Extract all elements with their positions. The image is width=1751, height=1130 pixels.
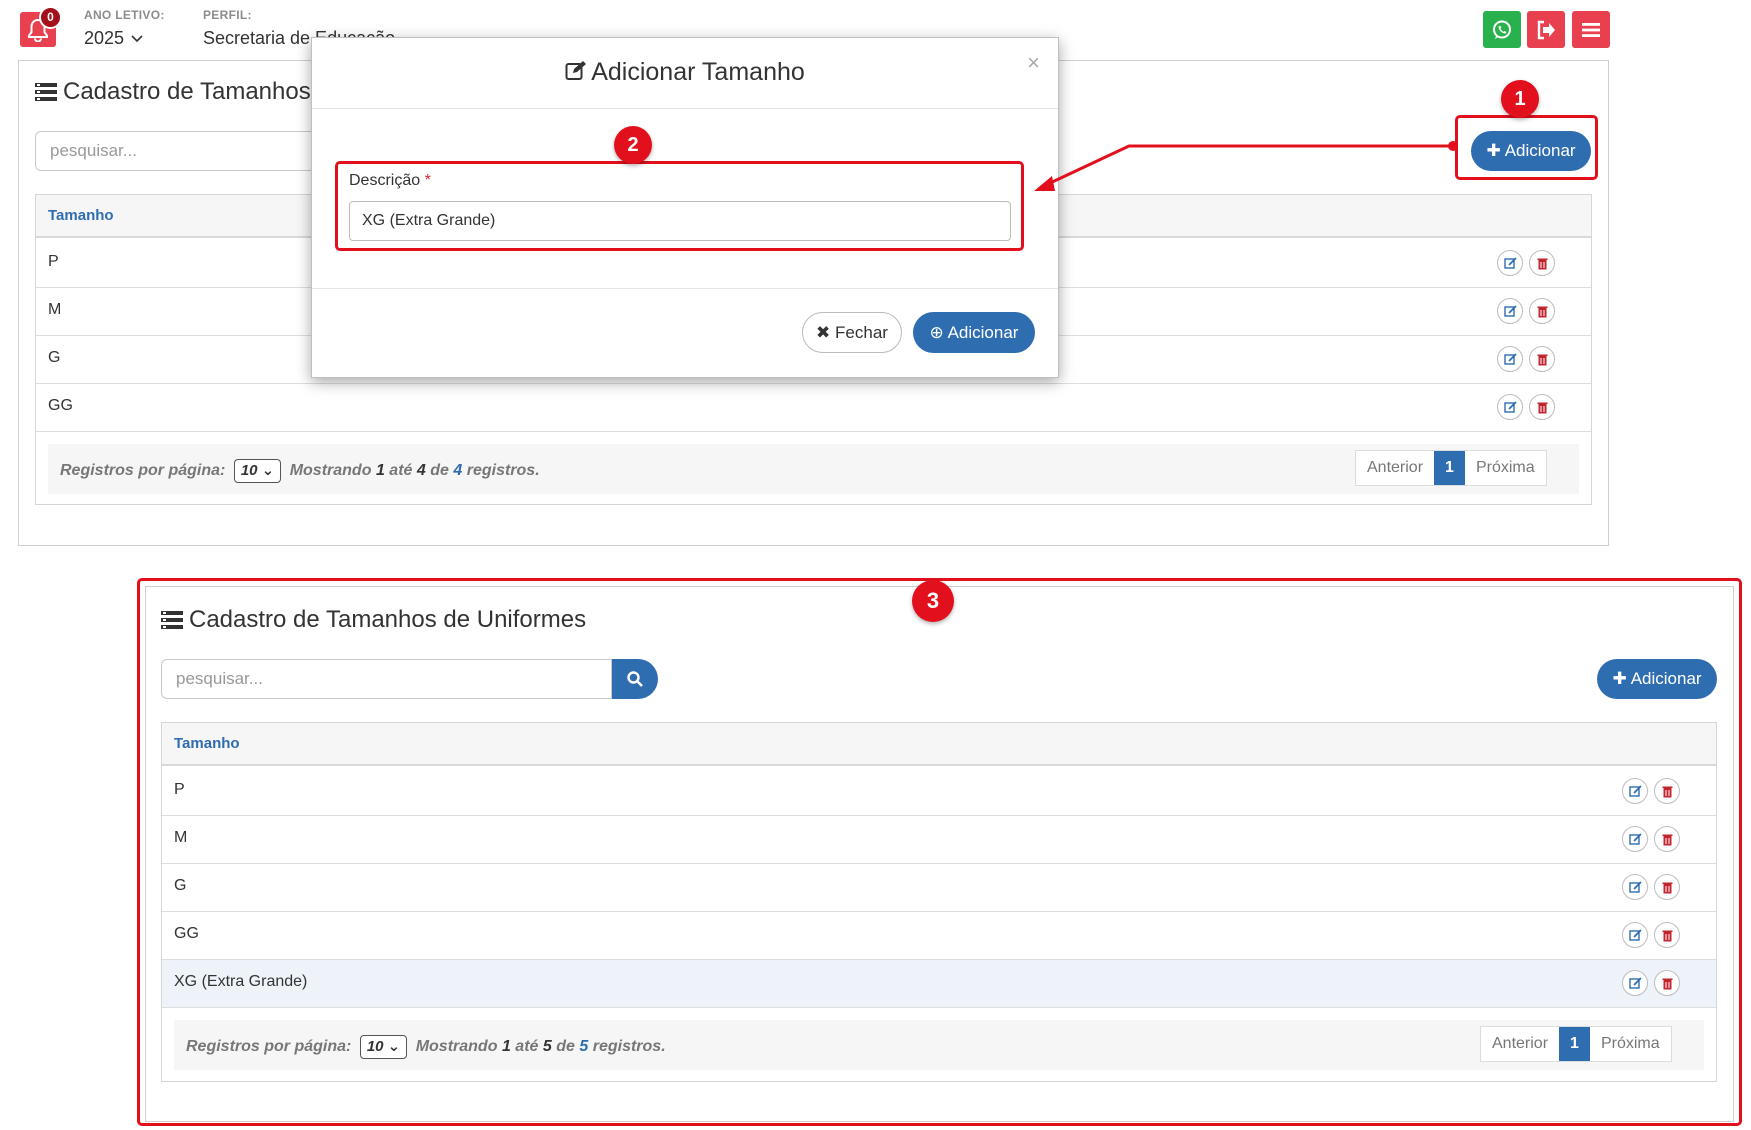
annotation-box-step2 [335,161,1024,251]
annotation-box-step1 [1455,115,1598,180]
annotation-step3: 3 [912,580,954,622]
annotation-step2: 2 [614,126,652,164]
annotation-step1: 1 [1501,80,1539,118]
annotation-box-step3 [137,578,1742,1126]
